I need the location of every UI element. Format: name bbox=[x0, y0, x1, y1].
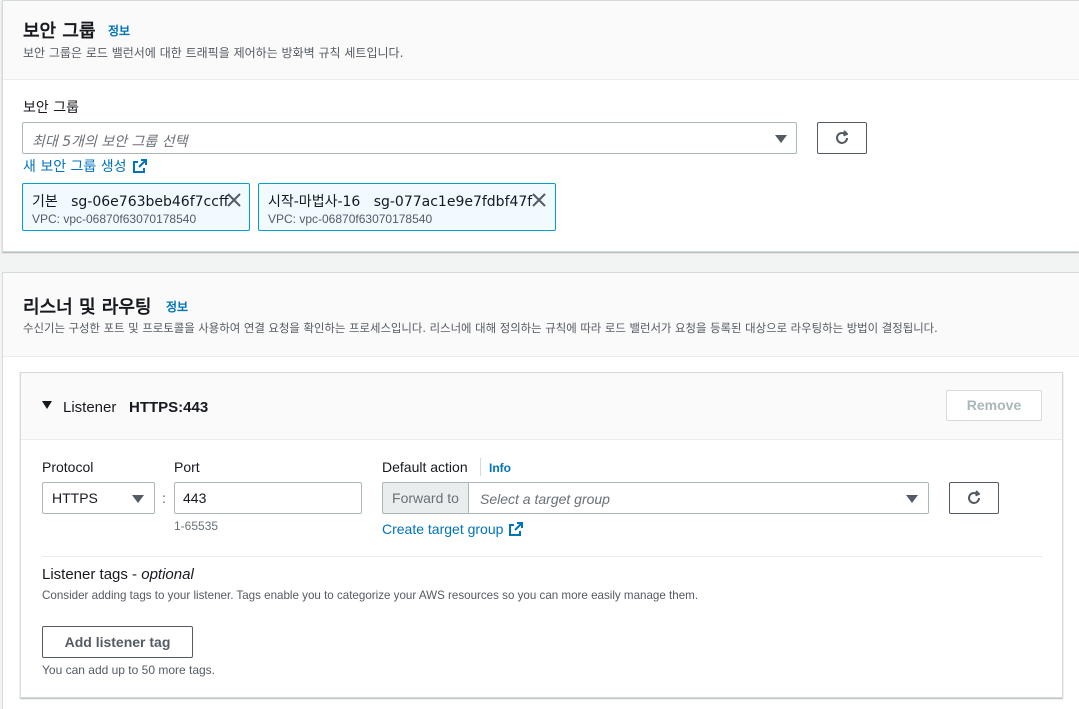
caret-down-icon bbox=[906, 495, 918, 503]
close-icon[interactable] bbox=[226, 192, 242, 208]
default-action-label: Default action bbox=[382, 459, 468, 475]
caret-down-icon bbox=[132, 495, 144, 503]
token-vpc: VPC: vpc-06870f63070178540 bbox=[32, 212, 197, 226]
refresh-icon bbox=[968, 490, 980, 504]
create-security-group-label: 새 보안 그룹 생성 bbox=[23, 159, 127, 175]
port-label: Port bbox=[174, 459, 200, 475]
forward-to-label: Forward to bbox=[382, 482, 468, 514]
info-divider bbox=[480, 458, 481, 476]
add-listener-tag-button[interactable]: Add listener tag bbox=[42, 626, 193, 658]
protocol-value: HTTPS bbox=[52, 490, 98, 506]
security-group-token: 기본 sg-06e763beb46f7ccff VPC: vpc-06870f6… bbox=[22, 183, 250, 231]
refresh-icon bbox=[836, 130, 848, 144]
listener-tags-optional: optional bbox=[141, 566, 194, 583]
security-groups-title: 보안 그룹 bbox=[23, 21, 96, 42]
listener-name: HTTPS:443 bbox=[129, 399, 209, 416]
create-security-group-link[interactable]: 새 보안 그룹 생성 bbox=[23, 156, 147, 176]
protocol-select[interactable]: HTTPS bbox=[42, 482, 155, 514]
token-vpc: VPC: vpc-06870f63070178540 bbox=[268, 212, 433, 226]
token-name: 시작-마법사-16 bbox=[268, 194, 361, 210]
token-name: 기본 bbox=[32, 194, 58, 210]
security-group-token: 시작-마법사-16 sg-077ac1e9e7fdbf47f VPC: vpc-… bbox=[258, 183, 556, 231]
remove-listener-button[interactable]: Remove bbox=[946, 390, 1042, 421]
default-action-info-link[interactable]: Info bbox=[489, 461, 511, 475]
listener-tags-description: Consider adding tags to your listener. T… bbox=[42, 589, 699, 602]
caret-down-icon bbox=[775, 135, 787, 143]
port-input[interactable]: 443 bbox=[174, 482, 362, 514]
token-id: sg-06e763beb46f7ccff bbox=[71, 194, 229, 210]
refresh-security-groups-button[interactable] bbox=[817, 122, 867, 154]
tags-limit-text: You can add up to 50 more tags. bbox=[42, 663, 216, 677]
collapse-triangle-icon[interactable] bbox=[42, 401, 52, 409]
target-group-placeholder: Select a target group bbox=[480, 491, 610, 507]
create-target-group-label: Create target group bbox=[382, 521, 504, 537]
security-groups-select-placeholder: 최대 5개의 보안 그룹 선택 bbox=[32, 134, 188, 150]
listener-label: Listener bbox=[63, 399, 117, 416]
listeners-title: 리스너 및 라우팅 bbox=[23, 297, 152, 318]
port-hint: 1-65535 bbox=[174, 519, 219, 533]
listener-tags-title: Listener tags bbox=[42, 566, 128, 583]
security-groups-header: 보안 그룹 정보 보안 그룹은 로드 밸런서에 대한 트래픽을 제어하는 방화벽… bbox=[3, 1, 1079, 80]
listener-divider bbox=[42, 556, 1043, 557]
listener-tags-heading: Listener tags - optional bbox=[42, 566, 194, 583]
security-groups-field-label: 보안 그룹 bbox=[23, 100, 79, 116]
token-title: 시작-마법사-16 sg-077ac1e9e7fdbf47f bbox=[268, 191, 532, 211]
listener-header: Listener HTTPS:443 Remove bbox=[21, 373, 1062, 440]
security-groups-info-link[interactable]: 정보 bbox=[108, 22, 130, 39]
create-target-group-link[interactable]: Create target group bbox=[382, 521, 524, 537]
listeners-header: 리스너 및 라우팅 정보 수신기는 구성한 포트 및 프로토콜을 사용하여 연결… bbox=[3, 273, 1079, 357]
refresh-target-groups-button[interactable] bbox=[949, 482, 999, 514]
external-link-icon bbox=[509, 522, 524, 536]
external-link-icon bbox=[132, 159, 147, 173]
protocol-label: Protocol bbox=[42, 459, 94, 475]
security-groups-select[interactable]: 최대 5개의 보안 그룹 선택 bbox=[22, 122, 797, 154]
token-id: sg-077ac1e9e7fdbf47f bbox=[373, 194, 533, 210]
close-icon[interactable] bbox=[531, 192, 547, 208]
security-groups-description: 보안 그룹은 로드 밸런서에 대한 트래픽을 제어하는 방화벽 규칙 세트입니다… bbox=[23, 46, 404, 60]
protocol-port-separator: : bbox=[162, 490, 166, 506]
target-group-select[interactable]: Select a target group bbox=[468, 482, 929, 514]
token-title: 기본 sg-06e763beb46f7ccff bbox=[32, 191, 229, 211]
listeners-info-link[interactable]: 정보 bbox=[166, 298, 188, 315]
listeners-description: 수신기는 구성한 포트 및 프로토콜을 사용하여 연결 요청을 확인하는 프로세… bbox=[23, 321, 938, 335]
